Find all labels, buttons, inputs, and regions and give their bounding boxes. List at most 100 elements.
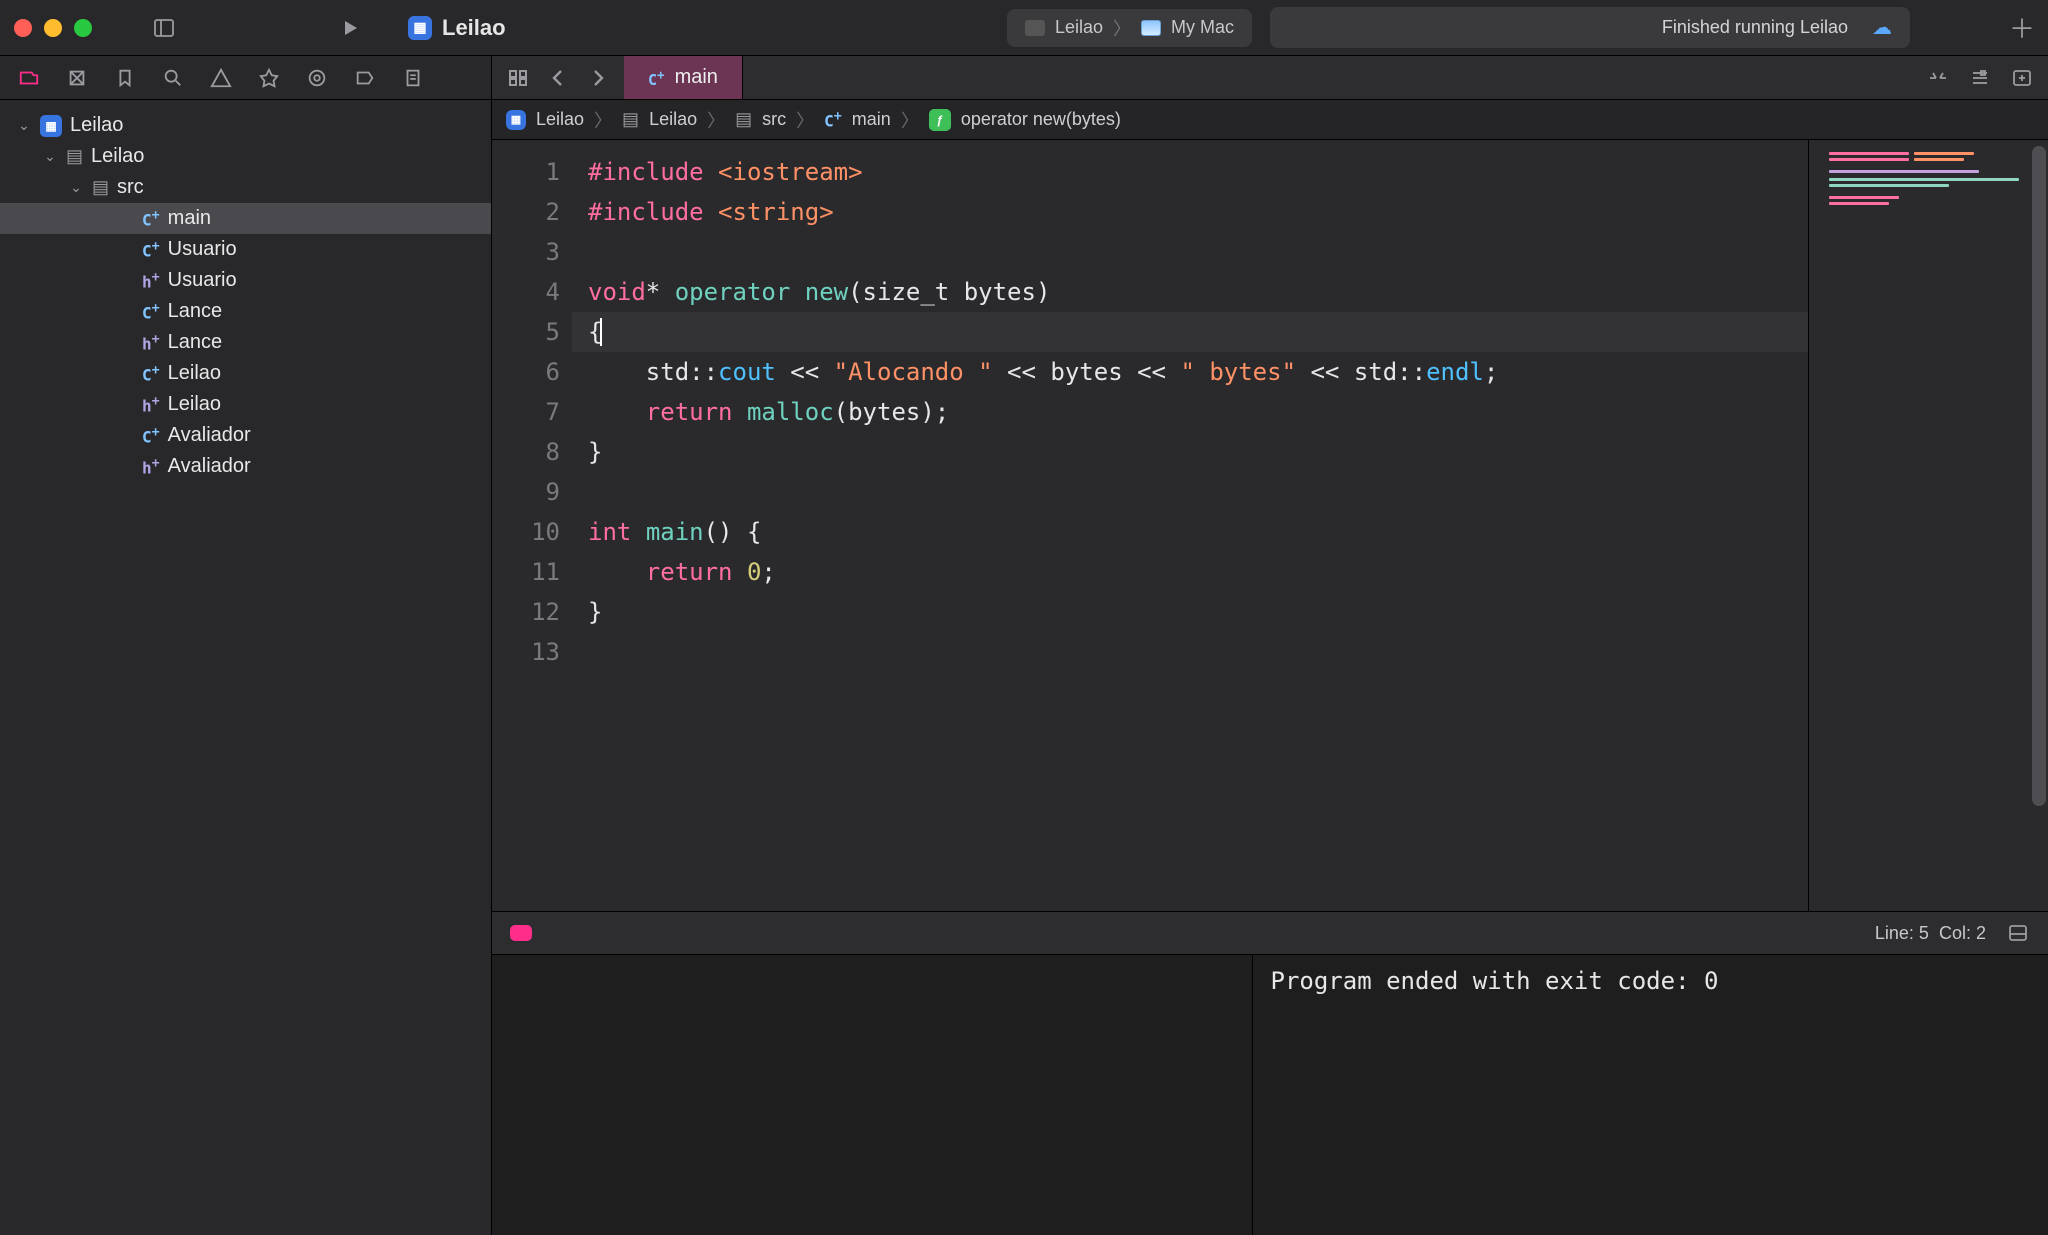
run-destination-selector[interactable]: Leilao 〉 My Mac (1007, 9, 1252, 47)
jump-bar-segment[interactable]: src (762, 109, 786, 130)
test-navigator-icon[interactable] (258, 67, 280, 89)
tree-row[interactable]: C+ Usuario (0, 234, 491, 265)
app-icon: ▦ (506, 110, 526, 130)
console-output[interactable]: Program ended with exit code: 0 (1253, 955, 2048, 1235)
scheme-name: Leilao (442, 15, 506, 41)
tree-row[interactable]: ⌄ ▦ Leilao (0, 110, 491, 141)
go-forward-button[interactable] (586, 66, 610, 90)
cloud-icon: ☁︎ (1872, 15, 1892, 40)
tree-row[interactable]: C+ main (0, 203, 491, 234)
run-button[interactable] (338, 16, 362, 40)
minimize-window-button[interactable] (44, 19, 62, 37)
activity-status: Finished running Leilao (1662, 17, 1848, 38)
window-controls (14, 19, 92, 37)
jump-bar[interactable]: ▦Leilao〉▤Leilao〉▤src〉C+main〉ƒoperator ne… (492, 100, 2048, 140)
code-review-icon[interactable] (1926, 66, 1950, 90)
tree-row[interactable]: h+Usuario (0, 265, 491, 296)
titlebar: ▦ Leilao Leilao 〉 My Mac Finished runnin… (0, 0, 2048, 56)
tree-item-label: Leilao (91, 145, 144, 168)
header-file-icon: h+ (142, 394, 160, 415)
chevron-right-icon: 〉 (707, 107, 725, 133)
cpp-file-icon: C+ (142, 425, 160, 446)
app-icon: ▦ (408, 16, 432, 40)
chevron-icon: ⌄ (16, 117, 32, 134)
cpp-file-icon: C+ (142, 208, 160, 229)
tree-item-label: Lance (168, 331, 223, 354)
minimap[interactable] (1808, 140, 2048, 911)
tree-item-label: Leilao (168, 393, 221, 416)
tab-main[interactable]: C+ main (624, 56, 743, 99)
tree-item-label: Avaliador (168, 424, 251, 447)
mac-icon (1141, 20, 1161, 36)
report-navigator-icon[interactable] (402, 67, 424, 89)
folder-icon: ▤ (735, 109, 752, 130)
folder-icon: ▤ (622, 109, 639, 130)
variables-view[interactable] (492, 955, 1253, 1235)
source-editor[interactable]: 12345678910111213 #include <iostream>#in… (492, 140, 2048, 911)
tree-item-label: Avaliador (168, 455, 251, 478)
cpp-file-icon: C+ (142, 239, 160, 260)
debug-area: Program ended with exit code: 0 (492, 955, 2048, 1235)
jump-bar-segment[interactable]: operator new(bytes) (961, 109, 1121, 130)
tree-row[interactable]: C+ Avaliador (0, 420, 491, 451)
app-icon: ▦ (40, 115, 62, 137)
navigator-sidebar: ⌄▦Leilao⌄▤Leilao⌄▤srcC+mainC+Usuarioh+Us… (0, 56, 492, 1235)
find-navigator-icon[interactable] (162, 67, 184, 89)
run-destination-project: Leilao (1055, 17, 1103, 38)
jump-bar-segment[interactable]: Leilao (536, 109, 584, 130)
header-file-icon: h+ (142, 456, 160, 477)
debug-navigator-icon[interactable] (306, 67, 328, 89)
zoom-window-button[interactable] (74, 19, 92, 37)
cpp-file-icon: C+ (824, 109, 842, 130)
console-icon (1025, 20, 1045, 36)
tree-row[interactable]: ⌄▤src (0, 172, 491, 203)
project-tree: ⌄▦Leilao⌄▤Leilao⌄▤srcC+mainC+Usuarioh+Us… (0, 100, 491, 1235)
bookmark-navigator-icon[interactable] (114, 67, 136, 89)
navigator-selector (0, 56, 491, 100)
method-icon: ƒ (929, 109, 951, 131)
add-editor-icon[interactable] (2010, 66, 2034, 90)
cpp-file-icon: C+ (648, 67, 665, 89)
breakpoint-navigator-icon[interactable] (354, 67, 376, 89)
cursor-position: Line: 5 Col: 2 (1875, 923, 1986, 944)
breakpoint-indicator-icon[interactable] (510, 925, 532, 941)
tree-row[interactable]: h+ Avaliador (0, 451, 491, 482)
new-tab-button[interactable]: ＋ (2010, 16, 2034, 40)
tab-label: main (675, 66, 718, 89)
code-content[interactable]: #include <iostream>#include <string>void… (572, 140, 1808, 911)
tree-row[interactable]: C+Lance (0, 296, 491, 327)
folder-icon: ▤ (66, 146, 83, 167)
toggle-left-panel-button[interactable] (152, 16, 176, 40)
header-file-icon: h+ (142, 332, 160, 353)
header-file-icon: h+ (142, 270, 160, 291)
tree-item-label: Leilao (70, 114, 123, 137)
go-back-button[interactable] (546, 66, 570, 90)
tree-row[interactable]: h+ Leilao (0, 389, 491, 420)
tree-row[interactable]: ⌄▤Leilao (0, 141, 491, 172)
cpp-file-icon: C+ (142, 363, 160, 384)
project-navigator-icon[interactable] (18, 67, 40, 89)
chevron-right-icon: 〉 (796, 107, 814, 133)
jump-bar-segment[interactable]: main (852, 109, 891, 130)
tab-bar: C+ main (492, 56, 2048, 100)
tree-row[interactable]: C+ Leilao (0, 358, 491, 389)
tree-item-label: Lance (168, 300, 223, 323)
source-control-navigator-icon[interactable] (66, 67, 88, 89)
related-items-icon[interactable] (506, 66, 530, 90)
scheme-selector[interactable]: ▦ Leilao (408, 15, 506, 41)
jump-bar-segment[interactable]: Leilao (649, 109, 697, 130)
tree-item-label: Leilao (168, 362, 221, 385)
close-window-button[interactable] (14, 19, 32, 37)
toggle-debug-area-icon[interactable] (2006, 921, 2030, 945)
run-destination-device: My Mac (1171, 17, 1234, 38)
tree-item-label: main (168, 207, 211, 230)
scrollbar-thumb[interactable] (2032, 146, 2046, 806)
issue-navigator-icon[interactable] (210, 67, 232, 89)
tree-item-label: Usuario (168, 238, 237, 261)
debug-bar: Line: 5 Col: 2 (492, 911, 2048, 955)
tree-item-label: src (117, 176, 144, 199)
editor-area: C+ main ▦Leilao〉▤Leilao〉▤src〉C+main〉ƒope… (492, 56, 2048, 1235)
adjust-editor-options-icon[interactable] (1968, 66, 1992, 90)
folder-icon: ▤ (92, 177, 109, 198)
tree-row[interactable]: h+ Lance (0, 327, 491, 358)
